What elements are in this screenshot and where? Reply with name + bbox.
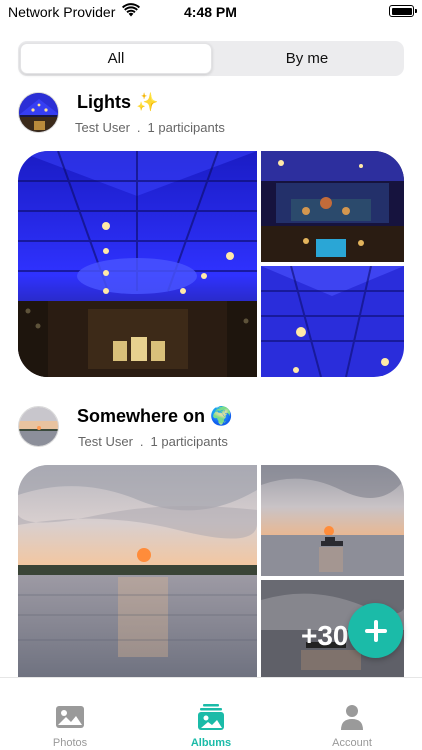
status-time: 4:48 PM bbox=[184, 4, 237, 20]
tab-photos[interactable]: Photos bbox=[0, 678, 140, 750]
photo-icon bbox=[56, 706, 84, 728]
person-icon bbox=[341, 705, 363, 730]
album-participants: 1 participants bbox=[150, 434, 228, 449]
tab-account[interactable]: Account bbox=[282, 678, 422, 750]
status-bar: Network Provider 4:48 PM bbox=[0, 0, 422, 24]
album-meta: Test User. 1 participants bbox=[78, 434, 228, 449]
tab-bar: Photos Albums Account bbox=[0, 677, 422, 750]
more-photos-count: +30 bbox=[301, 620, 349, 651]
segment-all[interactable]: All bbox=[20, 43, 212, 74]
photo-ceiling-lanterns[interactable] bbox=[261, 266, 404, 377]
album-participants: 1 participants bbox=[147, 120, 225, 135]
photo-concert-hall[interactable] bbox=[18, 151, 257, 377]
photo-stage-decorations[interactable] bbox=[261, 151, 404, 262]
add-album-button[interactable] bbox=[348, 603, 403, 658]
photo-sunset-over-sea[interactable] bbox=[18, 465, 257, 677]
album-title: Lights ✨ bbox=[77, 92, 159, 112]
meta-separator: . bbox=[136, 120, 141, 135]
tab-label: Account bbox=[332, 737, 372, 749]
album-avatar bbox=[18, 406, 59, 447]
photo-sunset-with-boat[interactable] bbox=[261, 465, 404, 576]
album-photo-grid-somewhere[interactable]: +30 bbox=[18, 465, 404, 677]
album-meta: Test User. 1 participants bbox=[75, 120, 225, 135]
battery-icon bbox=[389, 5, 417, 17]
album-photo-grid-lights[interactable] bbox=[18, 151, 404, 377]
wifi-icon bbox=[122, 3, 140, 17]
album-owner: Test User bbox=[75, 120, 130, 135]
segment-by-me[interactable]: By me bbox=[212, 43, 402, 74]
album-filter-segmented-control: All By me bbox=[18, 41, 404, 76]
tab-label: Albums bbox=[190, 737, 232, 749]
album-title: Somewhere on 🌍 bbox=[77, 406, 233, 426]
album-avatar bbox=[18, 92, 59, 133]
carrier-name: Network Provider bbox=[8, 4, 116, 20]
plus-icon bbox=[364, 619, 387, 642]
meta-separator: . bbox=[139, 434, 144, 449]
album-header-somewhere[interactable]: Somewhere on 🌍 Test User. 1 participants bbox=[18, 406, 404, 456]
album-owner: Test User bbox=[78, 434, 133, 449]
tab-label: Photos bbox=[52, 737, 88, 749]
albums-icon bbox=[198, 704, 224, 730]
album-header-lights[interactable]: Lights ✨ Test User. 1 participants bbox=[18, 92, 404, 142]
tab-albums[interactable]: Albums bbox=[141, 678, 281, 750]
